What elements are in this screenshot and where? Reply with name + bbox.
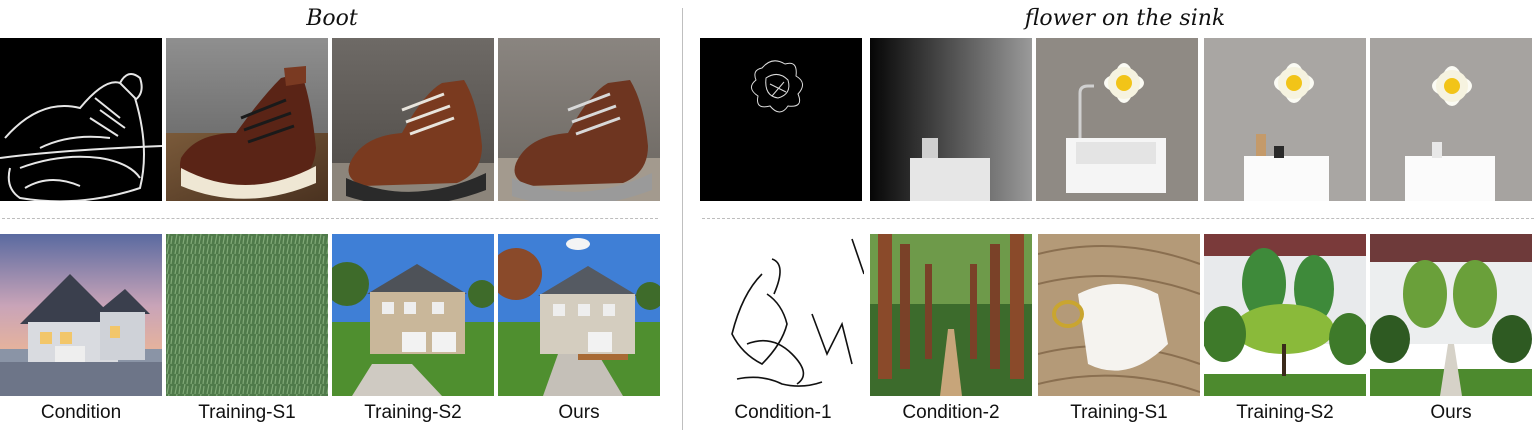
caption-right-training-s2: Training-S2 [1236,402,1334,423]
flower-condition-2-depth-image [870,38,1032,201]
right-panel-title: flower on the sink [1024,6,1226,31]
flower-training-s2-image [1204,38,1366,201]
garden-training-s2-image [1204,234,1366,396]
right-row-separator [702,218,1534,219]
boot-training-s2-image [332,38,494,201]
caption-training-s2: Training-S2 [364,402,462,423]
sketch-condition-1-image [702,234,864,396]
lace-training-s1-image [1038,234,1200,396]
house-training-s1-image [166,234,328,396]
left-panel-title: Boot [306,6,358,31]
house-ours-image [498,234,660,396]
caption-condition: Condition [40,402,122,423]
garden-ours-image [1370,234,1532,396]
caption-right-ours: Ours [1430,402,1472,423]
left-row-separator [2,218,658,219]
house-training-s2-image [332,234,494,396]
flower-condition-1-image [700,38,862,201]
forest-condition-2-image [870,234,1032,396]
boot-training-s1-image [166,38,328,201]
caption-right-training-s1: Training-S1 [1070,402,1168,423]
caption-training-s1: Training-S1 [198,402,296,423]
caption-ours: Ours [558,402,600,423]
caption-condition-1: Condition-1 [734,402,832,423]
panel-divider [682,8,683,430]
flower-training-s1-image [1036,38,1198,201]
house-condition-image [0,234,162,396]
boot-condition-edge-image [0,38,162,201]
caption-condition-2: Condition-2 [902,402,1000,423]
boot-ours-image [498,38,660,201]
flower-ours-image [1370,38,1532,201]
